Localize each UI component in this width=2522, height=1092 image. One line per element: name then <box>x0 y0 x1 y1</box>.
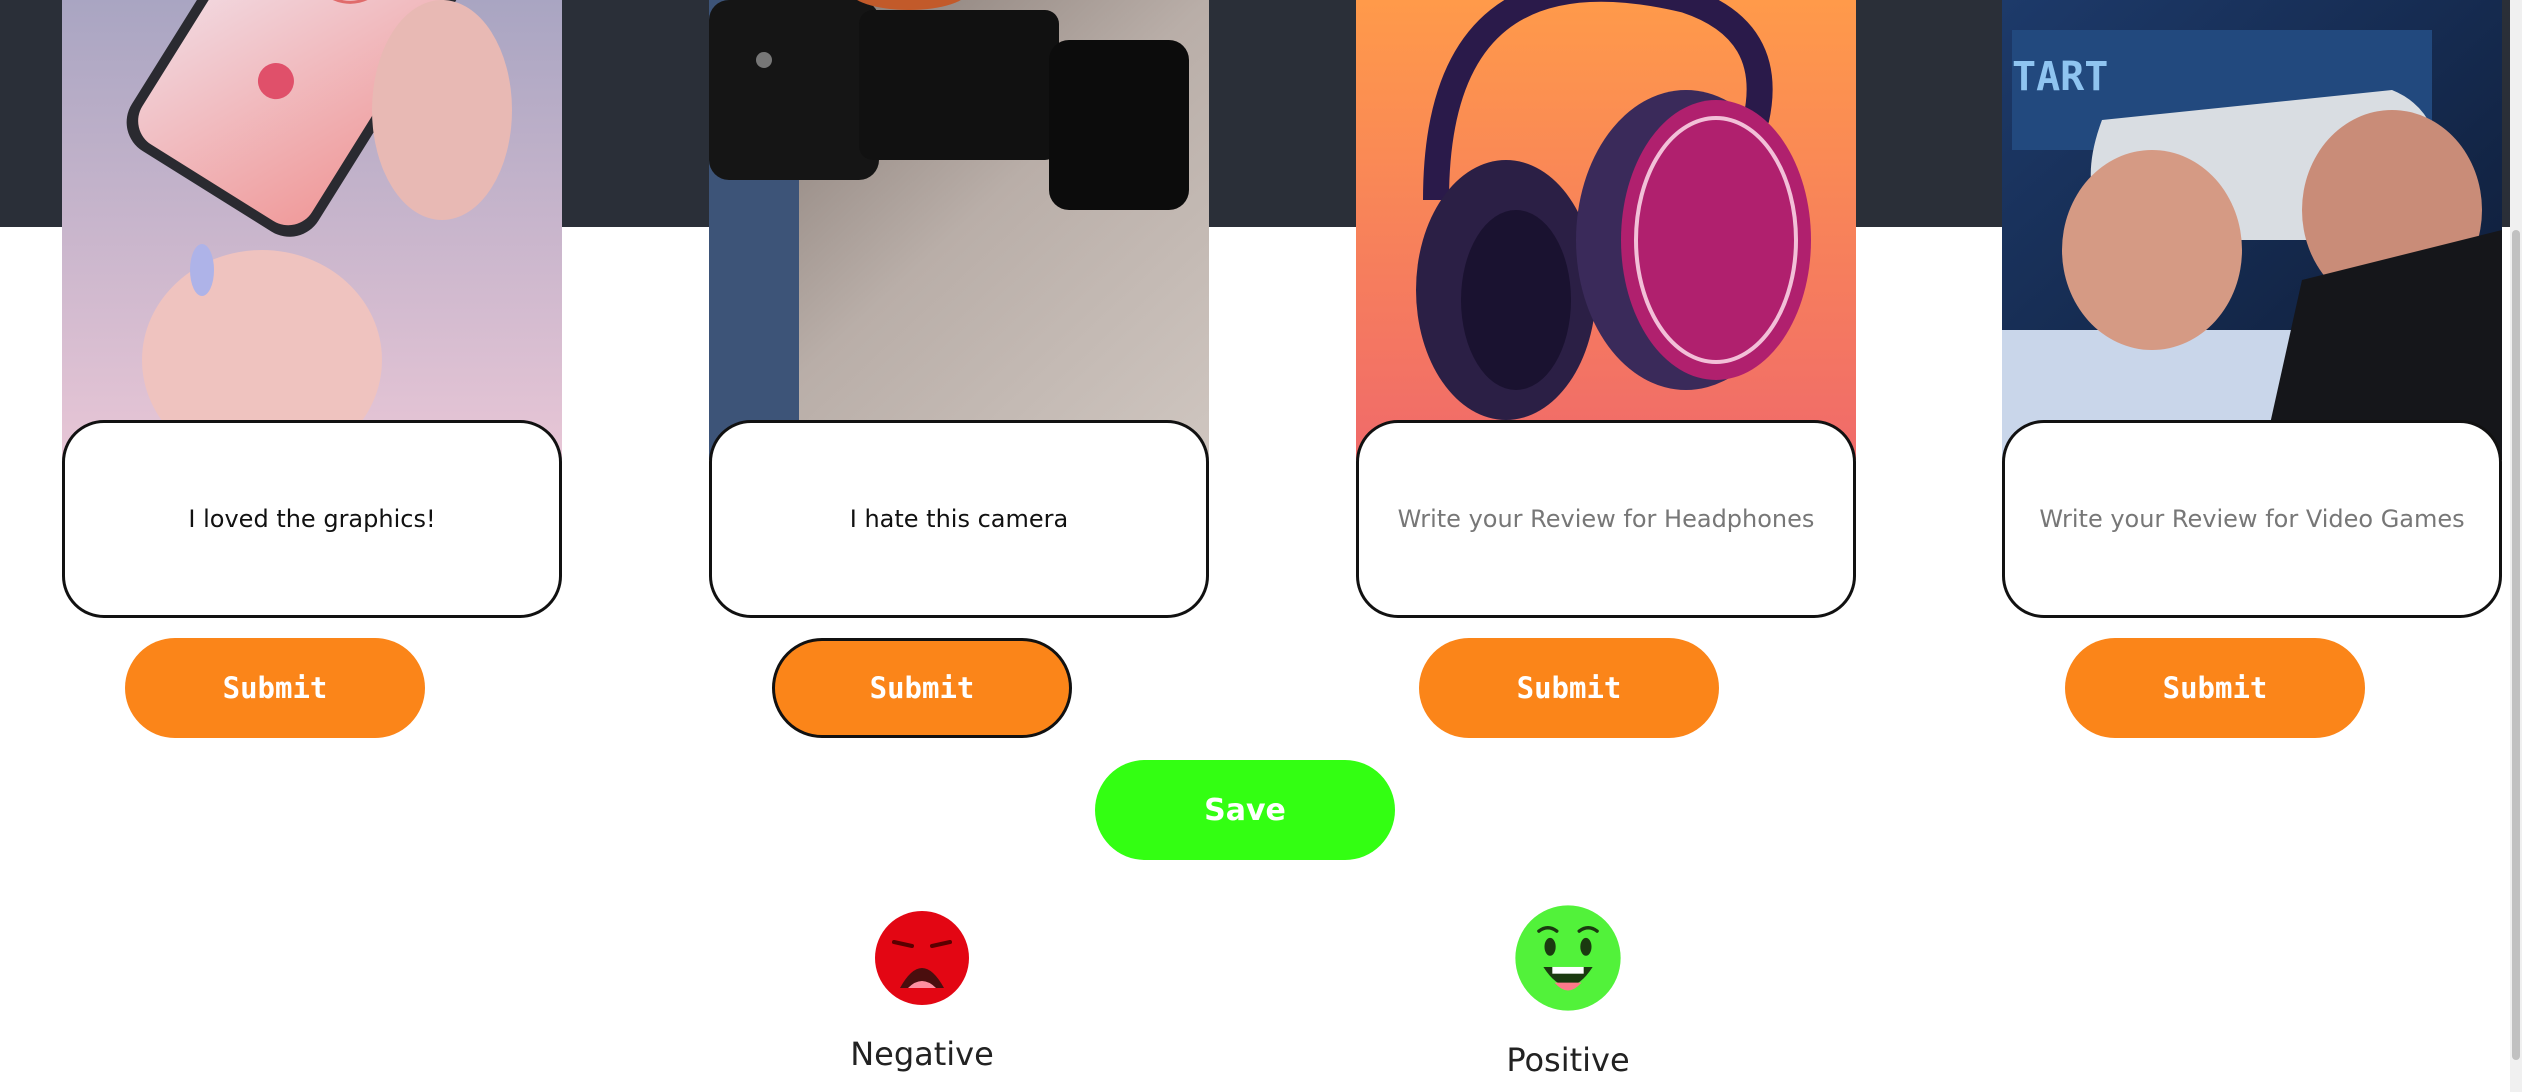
scrollbar-thumb[interactable] <box>2512 230 2520 1060</box>
phone-image <box>62 0 562 460</box>
negative-label: Negative <box>850 1035 994 1073</box>
review-input[interactable] <box>82 504 542 534</box>
review-input[interactable] <box>2022 504 2482 534</box>
camera-image <box>709 0 1209 460</box>
scrollbar[interactable] <box>2510 0 2522 1092</box>
submit-button[interactable]: Submit <box>772 638 1072 738</box>
save-button[interactable]: Save <box>1095 760 1395 860</box>
review-input[interactable] <box>1376 504 1836 534</box>
review-box <box>709 420 1209 618</box>
submit-button[interactable]: Submit <box>2065 638 2365 738</box>
video-games-image: TART <box>2002 0 2502 460</box>
review-box <box>1356 420 1856 618</box>
headphones-image <box>1356 0 1856 460</box>
negative-sentiment: Negative <box>822 908 1022 1073</box>
review-input[interactable] <box>729 504 1189 534</box>
submit-button[interactable]: Submit <box>1419 638 1719 738</box>
positive-label: Positive <box>1506 1041 1630 1079</box>
smiling-face-icon <box>1515 905 1621 1011</box>
submit-button[interactable]: Submit <box>125 638 425 738</box>
angry-face-icon <box>875 911 969 1005</box>
positive-sentiment: Positive <box>1468 902 1668 1079</box>
review-box <box>62 420 562 618</box>
review-box <box>2002 420 2502 618</box>
svg-text:TART: TART <box>2012 54 2108 100</box>
